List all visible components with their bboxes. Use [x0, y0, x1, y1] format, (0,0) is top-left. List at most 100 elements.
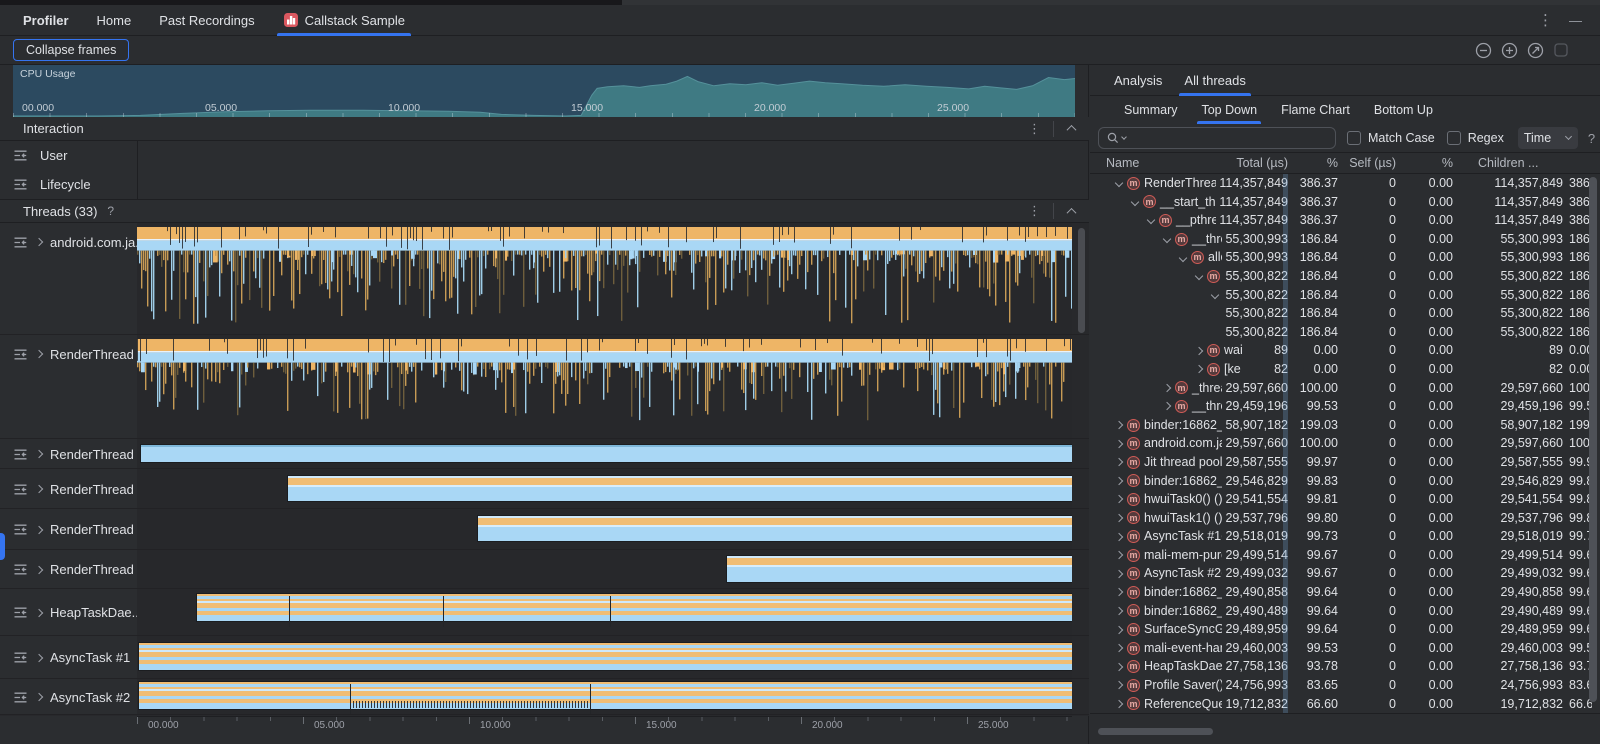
thread-label[interactable]: RenderThread: [0, 335, 137, 438]
chevron-right-icon[interactable]: [1115, 495, 1123, 503]
column-header-2[interactable]: %: [1327, 156, 1338, 170]
thread-label[interactable]: AsyncTask #1: [0, 636, 137, 678]
table-row[interactable]: mGra55,300,822186.8400.0055,300,822186: [1090, 267, 1600, 286]
track-options-icon[interactable]: [13, 562, 28, 577]
track-options-icon[interactable]: [13, 235, 28, 250]
menu-tab-home[interactable]: Home: [83, 5, 146, 36]
table-row[interactable]: 55,300,822186.8400.0055,300,822186: [1090, 323, 1600, 342]
thread-activity-bar[interactable]: [139, 643, 1072, 670]
column-header-3[interactable]: Self (µs): [1349, 156, 1396, 170]
column-header-0[interactable]: Name: [1106, 156, 1139, 170]
table-row[interactable]: mAsyncTask #1() (29,518,01999.7300.0029,…: [1090, 527, 1600, 546]
table-row[interactable]: mmali-event-hand29,460,00399.5300.0029,4…: [1090, 639, 1600, 658]
interaction-row-user[interactable]: User: [0, 141, 1089, 170]
table-row[interactable]: mJit thread pool()29,587,55599.9700.0029…: [1090, 453, 1600, 472]
table-header[interactable]: NameTotal (µs)%Self (µs)%Children ...: [1090, 152, 1600, 174]
chevron-right-icon[interactable]: [1115, 458, 1123, 466]
chevron-right-icon[interactable]: [1115, 588, 1123, 596]
chevron-right-icon[interactable]: [1195, 346, 1203, 354]
track-options-icon[interactable]: [13, 447, 28, 462]
table-row[interactable]: mhwuiTask0() ()29,541,55499.8100.0029,54…: [1090, 490, 1600, 509]
threads-help-icon[interactable]: ?: [107, 204, 114, 218]
track-options-icon[interactable]: [13, 690, 28, 705]
chevron-right-icon[interactable]: [1115, 439, 1123, 447]
time-filter-dropdown[interactable]: Time: [1518, 127, 1578, 149]
interaction-collapse-icon[interactable]: [1067, 125, 1077, 135]
collapse-frames-button[interactable]: Collapse frames: [13, 39, 129, 61]
table-row[interactable]: mandroid.com.jav29,597,660100.0000.0029,…: [1090, 434, 1600, 453]
tab-analysis[interactable]: Analysis: [1103, 65, 1173, 96]
track-options-icon[interactable]: [13, 177, 28, 192]
table-row[interactable]: mProfile Saver() ()24,756,99383.6500.002…: [1090, 676, 1600, 695]
chevron-right-icon[interactable]: [1115, 681, 1123, 689]
chevron-down-icon[interactable]: [1115, 179, 1123, 187]
thread-track[interactable]: [137, 509, 1072, 549]
search-input[interactable]: [1128, 131, 1308, 145]
chevron-right-icon[interactable]: [1115, 607, 1123, 615]
table-row[interactable]: mSurfaceSyncGrou29,489,95999.6400.0029,4…: [1090, 620, 1600, 639]
thread-track[interactable]: [137, 636, 1072, 678]
tab-all-threads[interactable]: All threads: [1173, 65, 1256, 96]
thread-track[interactable]: [137, 439, 1072, 468]
chevron-down-icon[interactable]: [1147, 216, 1155, 224]
thread-activity-bar[interactable]: [727, 556, 1072, 582]
column-resize-stripe[interactable]: [1283, 174, 1288, 713]
threads-vertical-scrollbar[interactable]: [1078, 228, 1085, 333]
chevron-right-icon[interactable]: [35, 565, 43, 573]
track-options-icon[interactable]: [13, 605, 28, 620]
threads-collapse-icon[interactable]: [1067, 207, 1077, 217]
chevron-right-icon[interactable]: [35, 653, 43, 661]
zoom-out-icon[interactable]: [1474, 41, 1492, 59]
subtab-summary[interactable]: Summary: [1112, 96, 1189, 124]
chevron-right-icon[interactable]: [35, 693, 43, 701]
chevron-right-icon[interactable]: [1115, 514, 1123, 522]
table-row[interactable]: mReferenceQueue19,712,83266.6000.0019,71…: [1090, 695, 1600, 714]
chevron-down-icon[interactable]: [1131, 198, 1139, 206]
table-row[interactable]: mHeapTaskDaemo27,758,13693.7800.0027,758…: [1090, 657, 1600, 676]
frame-selection-icon[interactable]: [1552, 41, 1570, 59]
table-row[interactable]: m__thread55,300,993186.8400.0055,300,993…: [1090, 230, 1600, 249]
subtab-top-down[interactable]: Top Down: [1189, 96, 1269, 124]
regex-checkbox[interactable]: [1447, 131, 1461, 145]
column-header-1[interactable]: Total (µs): [1236, 156, 1288, 170]
table-row[interactable]: (55,300,822186.8400.0055,300,822186: [1090, 304, 1600, 323]
chevron-down-icon[interactable]: [1179, 253, 1187, 261]
thread-track[interactable]: [137, 469, 1072, 508]
threads-menu-icon[interactable]: ⋮: [1016, 203, 1053, 219]
table-row[interactable]: mbinder:16862_2()29,490,48999.6400.0029,…: [1090, 602, 1600, 621]
thread-activity-bar[interactable]: [197, 594, 1072, 621]
thread-activity-bar[interactable]: [139, 682, 1072, 709]
zoom-in-icon[interactable]: [1500, 41, 1518, 59]
threads-section-header[interactable]: Threads (33) ? ⋮: [0, 199, 1089, 223]
table-row[interactable]: mbinder:16862_4()58,907,182199.0300.0058…: [1090, 416, 1600, 435]
table-row[interactable]: mwai890.0000.00890.00: [1090, 341, 1600, 360]
chevron-right-icon[interactable]: [35, 238, 43, 246]
table-row[interactable]: mRenderThread()114,357,849386.3700.00114…: [1090, 174, 1600, 193]
column-header-4[interactable]: %: [1442, 156, 1453, 170]
thread-label[interactable]: android.com.ja...: [0, 223, 137, 334]
thread-track[interactable]: [137, 223, 1072, 334]
chevron-right-icon[interactable]: [35, 450, 43, 458]
table-row[interactable]: mi55,300,822186.8400.0055,300,822186: [1090, 286, 1600, 305]
subtab-bottom-up[interactable]: Bottom Up: [1362, 96, 1445, 124]
table-horizontal-scrollbar[interactable]: [1098, 728, 1213, 735]
chevron-right-icon[interactable]: [1163, 402, 1171, 410]
cpu-usage-chart[interactable]: CPU Usage 00.00005.00010.00015.00020.000…: [13, 65, 1075, 117]
interaction-menu-icon[interactable]: ⋮: [1016, 121, 1053, 137]
chevron-right-icon[interactable]: [1115, 662, 1123, 670]
search-help-icon[interactable]: ?: [1588, 131, 1595, 146]
chevron-right-icon[interactable]: [1115, 625, 1123, 633]
thread-label[interactable]: RenderThread: [0, 469, 137, 508]
thread-label[interactable]: AsyncTask #2: [0, 679, 137, 714]
chevron-right-icon[interactable]: [1115, 700, 1123, 708]
track-options-icon[interactable]: [13, 650, 28, 665]
track-options-icon[interactable]: [13, 347, 28, 362]
table-row[interactable]: mbinder:16862_1()29,490,85899.6400.0029,…: [1090, 583, 1600, 602]
table-row[interactable]: m__thread29,459,19699.5300.0029,459,1969…: [1090, 397, 1600, 416]
thread-label[interactable]: RenderThread: [0, 550, 137, 588]
menu-tab-past-recordings[interactable]: Past Recordings: [145, 5, 268, 36]
table-row[interactable]: m__pthread_s114,357,849386.3700.00114,35…: [1090, 211, 1600, 230]
thread-label[interactable]: RenderThread: [0, 439, 137, 468]
thread-track[interactable]: [137, 679, 1072, 714]
chevron-right-icon[interactable]: [1115, 570, 1123, 578]
